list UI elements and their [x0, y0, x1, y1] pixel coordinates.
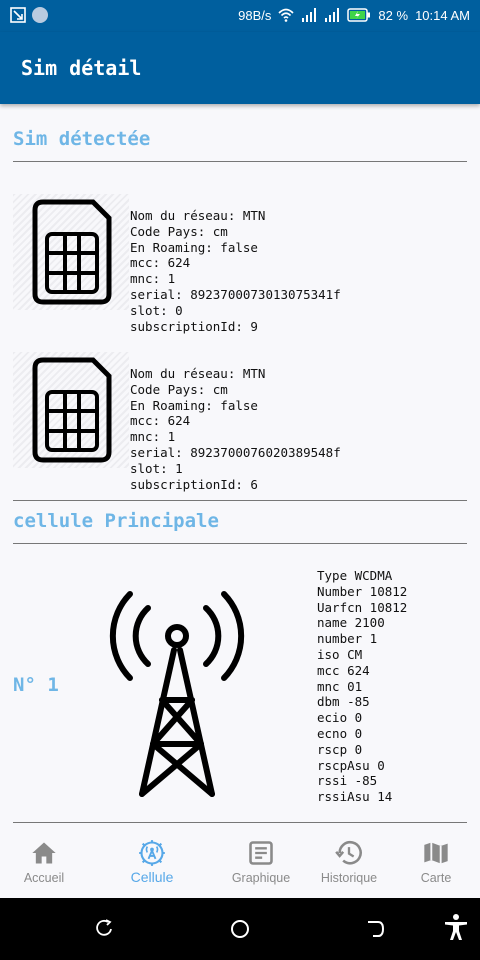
- nav-label: Accueil: [23, 871, 65, 885]
- sim-slot: slot: 1: [130, 460, 183, 476]
- sim-info-1: Nom du réseau: MTN Code Pays: cm En Roamin…: [130, 208, 341, 334]
- divider: [13, 161, 467, 162]
- system-nav-bar: [0, 898, 480, 960]
- divider: [13, 543, 467, 544]
- sim-country-code: Code Pays: cm: [130, 381, 228, 397]
- home-button-icon[interactable]: [229, 918, 251, 940]
- battery-charging-icon: [347, 8, 371, 22]
- nav-label: Historique: [320, 871, 378, 885]
- sim-card-icon: [13, 352, 129, 468]
- map-icon: [424, 842, 448, 864]
- nav-item-graphique[interactable]: Graphique: [213, 824, 309, 898]
- divider: [13, 822, 467, 823]
- sim-network-name: Nom du réseau: MTN: [130, 208, 266, 223]
- sim-network-name: Nom du réseau: MTN: [130, 366, 266, 381]
- cell-type: Type WCDMA: [317, 568, 393, 583]
- sim-card-icon: [13, 194, 129, 310]
- sim-serial: serial: 8923700076020389548f: [130, 444, 341, 460]
- page-title: Sim détail: [21, 56, 142, 80]
- cell-rssi: rssi -85: [317, 773, 378, 789]
- sim-section-title: Sim détectée: [13, 128, 151, 150]
- cell-dbm: dbm -85: [317, 694, 370, 710]
- signal-icon: [325, 8, 340, 22]
- sim-roaming: En Roaming: false: [130, 397, 258, 413]
- clock: 10:14 AM: [415, 7, 470, 23]
- cell-rscp: rscp 0: [317, 741, 363, 757]
- cell-mcc: mcc 624: [317, 662, 370, 678]
- battery-percent: 82 %: [378, 7, 409, 23]
- signal-icon: [302, 8, 317, 22]
- back-icon[interactable]: [365, 918, 387, 940]
- nav-item-carte[interactable]: Carte: [388, 824, 480, 898]
- status-bar: 98B/s 82 % 10:14 AM: [0, 0, 480, 32]
- network-speed: 98B/s: [238, 7, 272, 23]
- sim-mnc: mnc: 1: [130, 429, 176, 445]
- sim-mcc: mcc: 624: [130, 255, 191, 271]
- sim-serial: serial: 8923700073013075341f: [130, 286, 341, 302]
- sim-slot: slot: 0: [130, 302, 183, 318]
- cell-number-short: number 1: [317, 631, 378, 647]
- cell-mnc: mnc 01: [317, 678, 363, 694]
- notification-circle-icon: [32, 7, 48, 23]
- app-bar: Sim détail: [0, 32, 480, 104]
- cell-rscpasu: rscpAsu 0: [317, 757, 385, 773]
- cell-uarfcn: Uarfcn 10812: [317, 599, 408, 615]
- cell-rssiasu: rssiAsu 14: [317, 789, 393, 805]
- cell-name: name 2100: [317, 615, 385, 631]
- screenshot-icon: [10, 7, 26, 23]
- nav-item-historique[interactable]: Historique: [301, 824, 397, 898]
- cell-ecno: ecno 0: [317, 725, 363, 741]
- nav-label: Graphique: [231, 871, 291, 885]
- nav-item-accueil[interactable]: Accueil: [0, 824, 92, 898]
- chart-icon: [249, 841, 273, 865]
- cell-number: N° 1: [13, 674, 59, 696]
- nav-label: Carte: [420, 871, 452, 885]
- cell-section-title: cellule Principale: [13, 510, 219, 532]
- home-icon: [32, 842, 56, 864]
- wifi-icon: [278, 8, 294, 22]
- cell-icon: [139, 840, 165, 866]
- history-icon: [335, 841, 362, 865]
- recent-apps-icon[interactable]: [93, 918, 115, 940]
- bottom-nav: Accueil Cellule Graphique Historique Car…: [0, 824, 480, 898]
- main-content[interactable]: Sim détectée Nom du réseau: MTN Code Pays…: [0, 104, 480, 824]
- divider: [13, 500, 467, 501]
- sim-roaming: En Roaming: false: [130, 239, 258, 255]
- nav-label: Cellule: [130, 869, 174, 885]
- accessibility-icon[interactable]: [443, 913, 469, 941]
- sim-mcc: mcc: 624: [130, 413, 191, 429]
- sim-info-2: Nom du réseau: MTN Code Pays: cm En Roamin…: [130, 366, 341, 492]
- cell-info: Type WCDMA Number 10812 Uarfcn 10812 name 2…: [317, 568, 407, 805]
- sim-subscription-id: subscriptionId: 9: [130, 318, 258, 334]
- cell-iso: iso CM: [317, 646, 363, 662]
- sim-subscription-id: subscriptionId: 6: [130, 476, 258, 492]
- cell-tower-icon: [109, 591, 245, 797]
- sim-country-code: Code Pays: cm: [130, 223, 228, 239]
- cell-number-full: Number 10812: [317, 583, 408, 599]
- cell-ecio: ecio 0: [317, 710, 363, 726]
- sim-mnc: mnc: 1: [130, 271, 176, 287]
- nav-item-cellule[interactable]: Cellule: [104, 824, 200, 898]
